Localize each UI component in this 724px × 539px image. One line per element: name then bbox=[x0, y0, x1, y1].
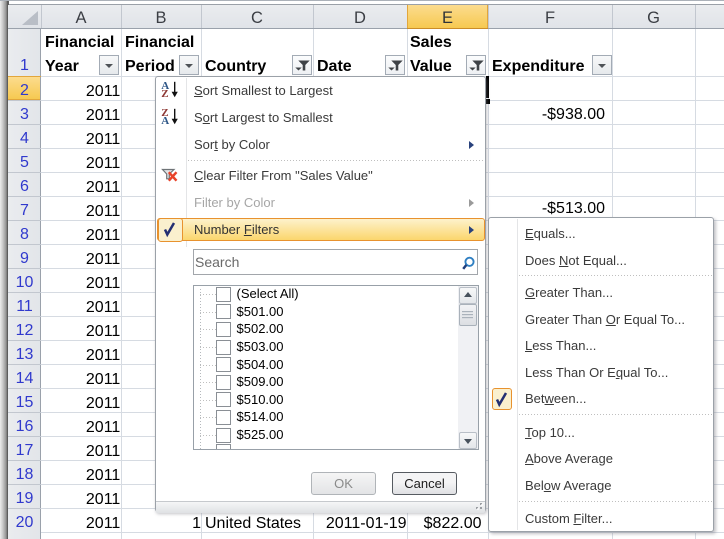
svg-text:Z: Z bbox=[161, 88, 168, 100]
svg-text:A: A bbox=[161, 115, 169, 127]
